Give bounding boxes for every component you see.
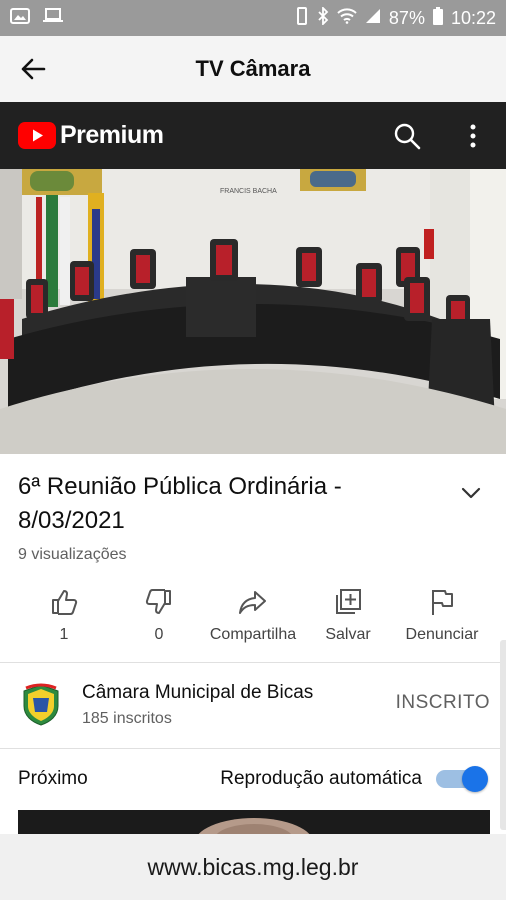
channel-avatar[interactable]	[18, 682, 64, 728]
video-actions: 1 0 Compartilha Salvar Denunciar	[0, 584, 506, 654]
video-title-row[interactable]: 6ª Reunião Pública Ordinária - 8/03/2021	[0, 470, 506, 538]
autoplay-label: Reprodução automática	[220, 768, 422, 789]
wifi-icon	[337, 7, 357, 29]
edge-panel-handle[interactable]	[500, 640, 506, 830]
up-next-label: Próximo	[18, 768, 88, 789]
thumbs-down-icon	[145, 589, 171, 614]
vibrate-icon	[295, 6, 309, 30]
youtube-brand-text: Premium	[60, 121, 164, 149]
clock: 10:22	[450, 7, 496, 28]
battery-icon	[432, 6, 443, 30]
view-count: 9 visualizações	[18, 546, 127, 563]
youtube-play-icon	[18, 122, 56, 149]
subscribed-button[interactable]: INSCRITO	[396, 692, 490, 714]
up-next-header: Próximo Reprodução automática	[0, 752, 500, 806]
divider	[0, 748, 500, 749]
channel-subscriber-count: 185 inscritos	[82, 710, 172, 727]
search-button[interactable]	[374, 102, 440, 169]
gallery-notification-icon	[10, 7, 30, 29]
signal-icon	[365, 8, 381, 29]
save-label: Salvar	[325, 626, 371, 643]
like-count: 1	[59, 626, 69, 643]
wall-name-text: FRANCIS BACHA	[220, 188, 277, 195]
app-title: TV Câmara	[195, 56, 311, 81]
save-button[interactable]: Salvar	[298, 584, 398, 650]
back-button[interactable]	[0, 36, 66, 102]
dislike-button[interactable]: 0	[109, 584, 209, 650]
next-video-thumbnail[interactable]	[18, 810, 490, 834]
channel-row[interactable]: Câmara Municipal de Bicas 185 inscritos …	[0, 664, 500, 748]
video-player[interactable]: FRANCIS BACHA	[0, 169, 506, 454]
more-vertical-icon	[470, 124, 476, 147]
council-chamber-video-frame: FRANCIS BACHA	[0, 169, 506, 454]
youtube-toolbar: Premium	[0, 102, 506, 169]
divider	[0, 662, 500, 663]
expand-description-button[interactable]	[456, 478, 486, 508]
flag-icon	[432, 590, 453, 615]
channel-name[interactable]: Câmara Municipal de Bicas	[82, 682, 313, 704]
share-button[interactable]: Compartilha	[203, 584, 303, 650]
like-button[interactable]: 1	[14, 584, 114, 650]
app-header: TV Câmara	[0, 36, 506, 102]
dislike-count: 0	[154, 626, 164, 643]
battery-percentage: 87%	[388, 7, 425, 28]
status-bar: 87% 10:22	[0, 0, 506, 36]
autoplay-toggle-thumb	[462, 766, 488, 792]
report-label: Denunciar	[405, 626, 479, 643]
thumbs-up-icon	[52, 590, 78, 615]
search-icon	[394, 123, 421, 149]
laptop-notification-icon	[42, 7, 64, 29]
share-label: Compartilha	[209, 626, 297, 643]
bluetooth-icon	[317, 5, 329, 30]
footer-url[interactable]: www.bicas.mg.leg.br	[0, 834, 506, 900]
more-options-button[interactable]	[440, 102, 506, 169]
video-title: 6ª Reunião Pública Ordinária - 8/03/2021	[18, 473, 342, 534]
autoplay-toggle[interactable]	[432, 766, 488, 792]
arrow-left-icon	[21, 58, 46, 80]
add-to-playlist-icon	[336, 589, 361, 614]
youtube-premium-logo[interactable]: Premium	[18, 121, 164, 150]
share-icon	[239, 591, 266, 614]
report-button[interactable]: Denunciar	[392, 584, 492, 650]
chevron-down-icon	[461, 487, 481, 499]
